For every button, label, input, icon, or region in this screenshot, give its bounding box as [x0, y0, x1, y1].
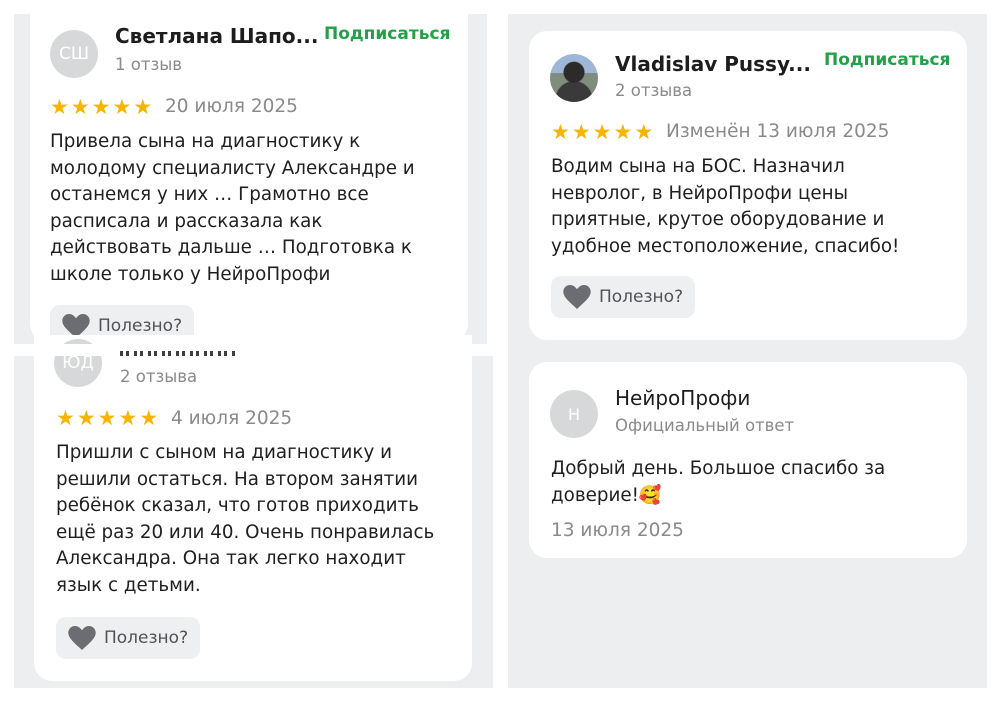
star-icon: ★	[97, 406, 117, 430]
reviewer-name[interactable]: Vladislav Pussy...	[615, 52, 811, 76]
review-card: ЮД 2 отзыва ★ ★ ★ ★ ★ 4 июля 2025 Пришли с с…	[34, 335, 472, 681]
subscribe-button[interactable]: Подписаться	[824, 50, 950, 70]
star-icon: ★	[76, 406, 96, 430]
review-date: 20 июля 2025	[165, 96, 298, 117]
reply-text: Добрый день. Большое спасибо за доверие!…	[551, 458, 886, 506]
star-icon: ★	[551, 120, 570, 144]
star-icon: ★	[613, 120, 633, 144]
star-icon: ★	[118, 406, 138, 430]
user-photo-avatar[interactable]	[550, 54, 598, 102]
heart-icon	[68, 626, 96, 650]
star-icon: ★	[70, 95, 90, 119]
review-card: СШ Светлана Шапо... 1 отзыв Подписаться …	[30, 2, 468, 342]
rating-stars: ★ ★ ★ ★ ★	[50, 97, 152, 118]
reply-date: 13 июля 2025	[551, 520, 684, 541]
reviews-count: 1 отзыв	[115, 55, 182, 74]
review-date: 4 июля 2025	[171, 408, 293, 429]
star-icon: ★	[139, 406, 159, 430]
useful-button[interactable]: Полезно?	[56, 617, 201, 659]
heart-icon	[563, 285, 591, 309]
star-icon: ★	[133, 95, 153, 119]
useful-button[interactable]: Полезно?	[551, 276, 696, 318]
avatar: Н	[550, 390, 598, 438]
star-icon: ★	[56, 406, 75, 430]
star-icon: ★	[634, 120, 654, 144]
useful-label: Полезно?	[104, 628, 189, 648]
star-icon: ★	[91, 95, 111, 119]
star-icon: ★	[112, 95, 132, 119]
rating-stars: ★ ★ ★ ★ ★	[551, 122, 653, 143]
review-date: Изменён 13 июля 2025	[666, 121, 890, 142]
rating-stars: ★ ★ ★ ★ ★	[56, 408, 158, 429]
reviews-count: 2 отзыва	[615, 81, 693, 100]
star-icon: ★	[592, 120, 612, 144]
reviews-count: 2 отзыва	[120, 367, 198, 386]
review-text: Привела сына на диагностику к молодому с…	[50, 131, 415, 285]
review-card: Vladislav Pussy... 2 отзыва Подписаться …	[529, 31, 967, 340]
review-text: Пришли с сыном на диагностику и решили о…	[56, 442, 435, 596]
star-icon: ★	[571, 120, 591, 144]
avatar[interactable]: СШ	[50, 30, 98, 78]
reviewer-name[interactable]: Светлана Шапо...	[115, 24, 318, 48]
star-icon: ★	[50, 95, 69, 119]
subscribe-button[interactable]: Подписаться	[324, 24, 450, 44]
useful-label: Полезно?	[98, 316, 183, 336]
official-reply-card: Н НейроПрофи Официальный ответ Добрый де…	[529, 362, 967, 558]
clipped-name-remnant	[120, 351, 238, 356]
reply-subtitle: Официальный ответ	[615, 416, 795, 435]
useful-label: Полезно?	[599, 287, 684, 307]
review-text: Водим сына на БОС. Назначил невролог, в …	[551, 156, 900, 257]
reply-author-name: НейроПрофи	[615, 386, 751, 410]
